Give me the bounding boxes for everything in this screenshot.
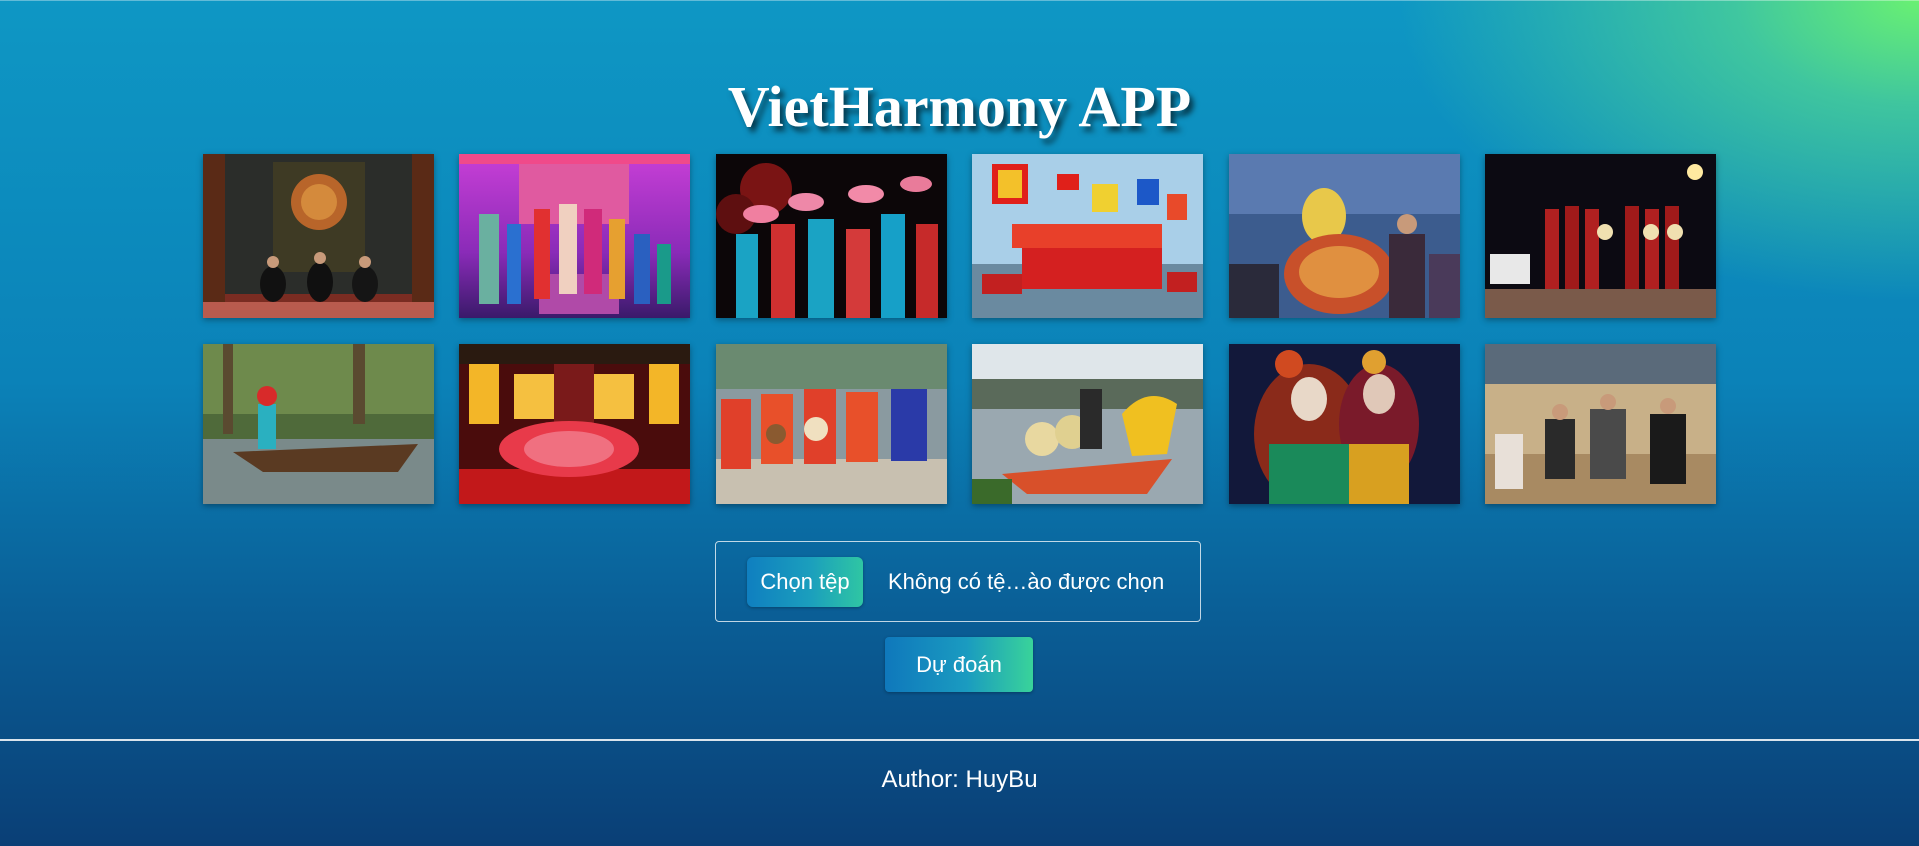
predict-button[interactable]: Dự đoán <box>885 637 1033 692</box>
night-singers-photo <box>1484 154 1716 318</box>
fan-dance-photo <box>715 154 947 318</box>
page-title: VietHarmony APP <box>727 74 1192 139</box>
file-status-text: Không có tệ…ào được chọn <box>888 569 1165 594</box>
tuong-opera-photo <box>1228 344 1460 504</box>
musicians-red-costume-photo <box>715 344 947 504</box>
ca-tru-performance-photo <box>203 154 434 318</box>
don-ca-tai-tu-boat-photo <box>203 344 434 504</box>
footer-author: Author: HuyBu <box>881 766 1038 793</box>
file-upload-field: Chọn tệp Không có tệ…ào được chọn <box>715 541 1201 622</box>
footer-divider <box>0 739 1919 741</box>
boat-festival-flags-photo <box>972 154 1204 318</box>
image-gallery <box>203 154 1716 504</box>
ritual-ceremony-photo <box>1228 154 1460 318</box>
top-border <box>0 0 1919 1</box>
cheo-stage-photo <box>459 154 691 318</box>
quan-ho-dragon-boat-photo <box>972 344 1204 504</box>
royal-court-dance-photo <box>459 344 691 504</box>
choose-file-button[interactable]: Chọn tệp <box>747 557 863 607</box>
folk-music-gathering-photo <box>1484 344 1716 504</box>
